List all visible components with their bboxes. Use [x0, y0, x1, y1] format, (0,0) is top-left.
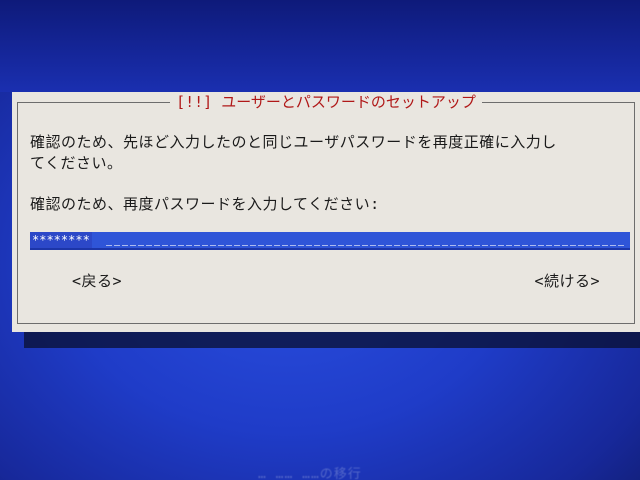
back-button[interactable]: <戻る> [72, 270, 122, 292]
password-prompt: 確認のため、再度パスワードを入力してください: [30, 195, 380, 213]
dialog-title: [!!] ユーザーとパスワードのセットアップ [12, 92, 640, 112]
password-field-underline [106, 245, 624, 246]
password-masked-value: ******** [30, 232, 92, 248]
continue-button[interactable]: <続ける> [534, 270, 600, 292]
setup-dialog: [!!] ユーザーとパスワードのセットアップ 確認のため、先ほど入力したのと同じ… [12, 92, 640, 332]
background-top-strip [0, 0, 640, 92]
dialog-message: 確認のため、先ほど入力したのと同じユーザパスワードを再度正確に入力し てください… [30, 133, 557, 172]
dialog-title-text: [!!] ユーザーとパスワードのセットアップ [170, 93, 482, 111]
password-input[interactable]: ******** [30, 232, 630, 250]
footer-hint: … …… ……の移行 [258, 467, 362, 480]
